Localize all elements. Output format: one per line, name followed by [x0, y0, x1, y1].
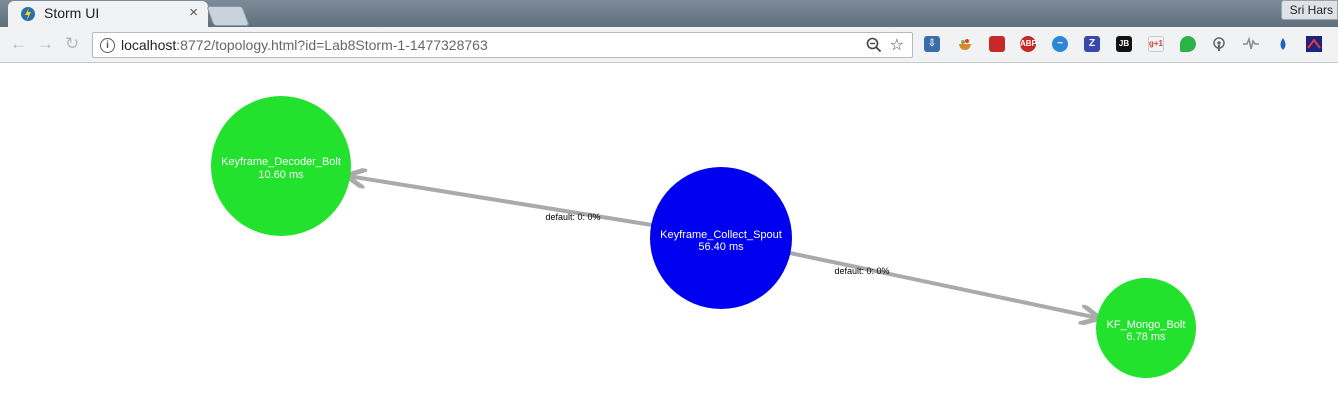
- browser-toolbar: ← → ↻ i localhost:8772/topology.html?id=…: [0, 27, 1338, 63]
- node-name-spout: Keyframe_Collect_Spout: [660, 229, 782, 241]
- tab-close-icon[interactable]: ×: [189, 4, 198, 21]
- node-keyframe-collect-spout[interactable]: Keyframe_Collect_Spout 56.40 ms: [650, 167, 792, 309]
- node-latency-mongo: 6.78 ms: [1126, 331, 1166, 343]
- abp-icon[interactable]: ABP: [1020, 36, 1037, 52]
- edge-spout-to-decoder[interactable]: [348, 176, 653, 227]
- node-name-decoder: Keyframe_Decoder_Bolt: [221, 156, 341, 168]
- edge-spout-to-mongo[interactable]: [789, 251, 1098, 318]
- node-latency-decoder: 10.60 ms: [258, 169, 304, 181]
- url-text[interactable]: localhost:8772/topology.html?id=Lab8Stor…: [121, 37, 488, 53]
- download-icon[interactable]: ⇩: [924, 36, 940, 52]
- browser-title-bar: Storm UI × Sri Hars: [0, 0, 1338, 27]
- z-icon[interactable]: Z: [1084, 36, 1100, 52]
- profile-user-badge[interactable]: Sri Hars: [1280, 0, 1338, 20]
- storm-favicon-icon: [21, 7, 35, 21]
- back-arrow-icon[interactable]: ←: [10, 35, 27, 53]
- pulse-icon[interactable]: ~: [1052, 36, 1068, 52]
- bookmark-star-icon[interactable]: ☆: [890, 35, 904, 55]
- topology-graph[interactable]: default: 0: 0% default: 0: 0% Keyframe_D…: [0, 63, 1338, 400]
- zoom-out-icon[interactable]: [866, 37, 882, 53]
- node-name-mongo: KF_Mongo_Bolt: [1107, 319, 1186, 331]
- url-path: :8772/topology.html?id=Lab8Storm-1-14773…: [176, 37, 488, 53]
- url-host: localhost: [121, 37, 177, 53]
- node-latency-spout: 56.40 ms: [698, 241, 744, 253]
- edge-label-spout-decoder: default: 0: 0%: [545, 212, 600, 222]
- site-info-icon[interactable]: i: [100, 38, 115, 53]
- forward-arrow-icon[interactable]: →: [37, 35, 54, 53]
- podcast-icon[interactable]: [1211, 36, 1227, 52]
- evernote-icon[interactable]: [1180, 36, 1196, 52]
- gplus-icon[interactable]: g+1: [1148, 36, 1164, 52]
- reload-icon[interactable]: ↻: [65, 35, 79, 53]
- bowl-icon[interactable]: [957, 36, 973, 52]
- browser-tab-storm-ui[interactable]: Storm UI ×: [8, 1, 208, 27]
- edge-label-spout-mongo: default: 0: 0%: [834, 266, 889, 276]
- red-book-icon[interactable]: [989, 36, 1005, 52]
- waveform-icon[interactable]: [1243, 36, 1259, 52]
- address-bar[interactable]: i localhost:8772/topology.html?id=Lab8St…: [92, 32, 913, 58]
- node-keyframe-decoder-bolt[interactable]: Keyframe_Decoder_Bolt 10.60 ms: [211, 96, 351, 236]
- drop-icon[interactable]: [1275, 36, 1291, 52]
- new-tab-button[interactable]: [206, 6, 250, 26]
- flag-icon[interactable]: [1306, 36, 1322, 52]
- tab-title: Storm UI: [44, 5, 100, 21]
- node-kf-mongo-bolt[interactable]: KF_Mongo_Bolt 6.78 ms: [1096, 278, 1196, 378]
- jb-icon[interactable]: JB: [1116, 36, 1132, 52]
